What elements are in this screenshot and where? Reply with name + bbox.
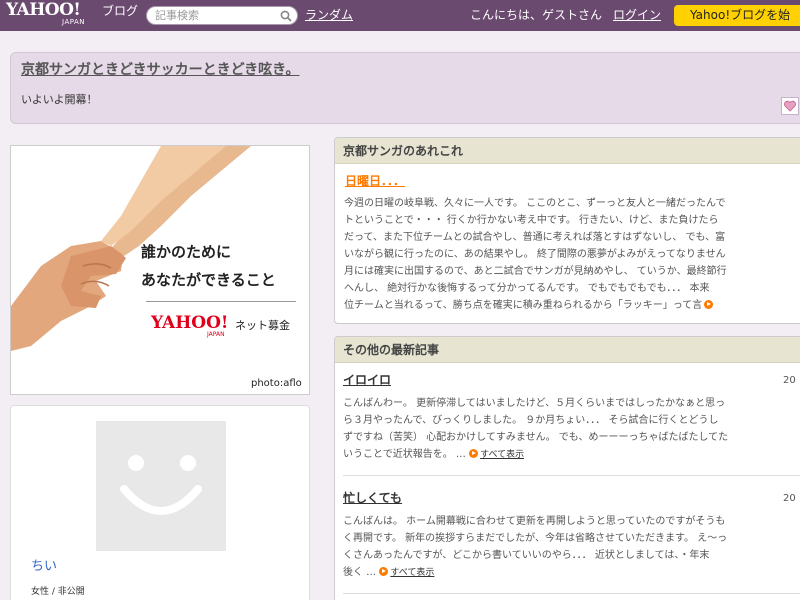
greeting-text: こんにちは、ゲストさん [470,8,603,22]
show-all-link[interactable]: すべて表示 [390,568,434,578]
profile-meta: 女性 / 非公開 [31,587,85,597]
article-line: いながら観に行ったのに、あの結果やし。 終了間際の悪夢がよみがえってなりません [344,249,726,260]
ad-brand-sub: JAPAN [207,331,225,338]
entry-date: 20 [783,493,796,504]
ad-divider [146,301,296,302]
featured-article-body: 今週の日曜の岐阜戦、久々に一人です。 ここのとこ、ずーっと友人と一緒だったんで … [344,195,800,315]
start-blog-button[interactable]: Yahoo!ブログを始 [674,5,800,26]
ad-service-name: ネット募金 [235,319,290,332]
logo-japan-text: JAPAN [62,18,86,26]
entry-line: 後く … すべて表示 [343,567,435,578]
entry-line: くさんあったんですが、どこから書いていいのやら．．． 近状としましては、・年末 [343,550,710,561]
profile-card: ちい 女性 / 非公開 [10,405,310,600]
article-line: 位チームと当れるって、勝ち点を確実に積み重ねられるから「ラッキー」って言 [344,297,800,314]
entry-line: く再開です。 新年の挨拶すらまだでしたが、今年は省略させていただきます。 え～っ [343,533,728,544]
more-arrow-icon [469,449,479,458]
profile-nickname-link[interactable]: ちい [31,559,57,575]
entry-line: こんばんは。 ホーム開幕戦に合わせて更新を再開しようと思っていたのですがそうも [343,516,726,527]
entry-title-link[interactable]: 忙しくても [343,491,402,505]
avatar[interactable] [96,421,226,551]
recent-heading: その他の最新記事 [335,337,800,363]
featured-article-panel: 京都サンガのあれこれ 日曜日．．． 今週の日曜の岐阜戦、久々に一人です。 ここの… [334,137,800,324]
smiley-placeholder-icon [120,455,202,515]
entry-line: こんばんわー。 更新停滞してはいましたけど、５月くらいまではしったかなぁと思っ [343,398,726,409]
entry-line: いうことで近状報告を。 … すべて表示 [343,449,525,460]
logo-blog-text: ブログ [102,4,139,18]
top-navigation-bar: YAHOO! JAPAN ブログ ランダム こんにちは、ゲストさん ログイン Y… [0,0,800,31]
article-line: 今週の日曜の岐阜戦、久々に一人です。 ここのとこ、ずーっと友人と一緒だったんで [344,198,726,209]
ad-brand-logo: YAHOO! [151,313,229,333]
article-line: 月には確実に出国するので、あと二試合でサンガが見納めやし、 ていうか、最終節行 [344,266,727,277]
entry-body: こんばんは。 ホーム開幕戦に合わせて更新を再開しようと思っていたのですがそうも … [343,513,800,581]
search-input[interactable] [155,8,277,23]
featured-article-title[interactable]: 日曜日．．． [345,174,405,188]
entry-line: ずですね（苦笑） 心配おかけしてすみません。 でも、めーーーっちゃばたばたしてた [343,432,729,443]
entry-divider [343,475,800,476]
blog-subtitle: いよいよ開幕！ [21,93,98,106]
more-arrow-icon[interactable] [704,300,714,309]
article-line: へんし、 絶対行かな後悔するって分かってるんです。 でもでもでもでも．．． 本来 [344,283,710,294]
entry-title-link[interactable]: イロイロ [343,373,391,387]
more-arrow-icon [379,567,389,576]
charity-ad-banner[interactable]: 誰かのために あなたができること YAHOO! JAPAN ネット募金 phot… [10,145,310,395]
entry-divider [343,593,800,594]
ad-headline-2: あなたができること [141,271,276,289]
random-link[interactable]: ランダム [305,8,353,23]
article-line: だって、また下位チームとの試合やし、普通に考えれば落とすはずないし、 でも、富 [344,232,726,243]
entry-date: 20 [783,375,796,386]
ad-headline-1: 誰かのために [141,243,232,261]
blog-header: 京都サンガときどきサッカーときどき呟き。 いよいよ開幕！ [10,52,800,124]
heart-icon[interactable] [781,97,799,115]
logo-yahoo-text: YAHOO! [6,0,81,20]
search-box [146,6,298,25]
blog-title-link[interactable]: 京都サンガときどきサッカーときどき呟き。 [21,60,299,80]
login-link[interactable]: ログイン [613,8,661,23]
search-icon[interactable] [280,10,292,22]
entry-line: ら３月やったんで、びっくりしました。 ９か月ちょい．．． そら試合に行くとどうし [343,415,719,426]
recent-articles-panel: その他の最新記事 イロイロ 20 こんばんわー。 更新停滞してはいましたけど、５… [334,336,800,600]
featured-heading: 京都サンガのあれこれ [335,138,800,164]
article-line: トということで・・・ 行くか行かない考え中です。 行きたい、けど、また負けたら [344,215,719,226]
entry-body: こんばんわー。 更新停滞してはいましたけど、５月くらいまではしったかなぁと思っ … [343,395,800,463]
yahoo-blog-logo[interactable]: YAHOO! JAPAN ブログ [6,2,144,29]
show-all-link[interactable]: すべて表示 [480,450,524,460]
photo-credit: photo:aflo [251,378,302,389]
